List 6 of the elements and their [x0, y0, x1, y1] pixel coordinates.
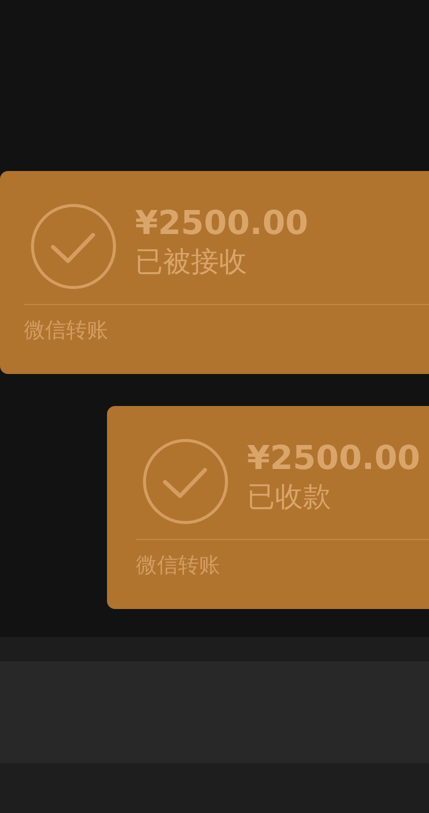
check-circle-icon	[142, 438, 229, 525]
transfer-amount: ¥2500.00	[135, 203, 308, 243]
transfer-amount: ¥2500.00	[247, 438, 420, 478]
transfer-status: 已收款	[247, 479, 332, 515]
transfer-status: 已被接收	[135, 244, 248, 280]
check-circle-icon	[30, 203, 117, 290]
